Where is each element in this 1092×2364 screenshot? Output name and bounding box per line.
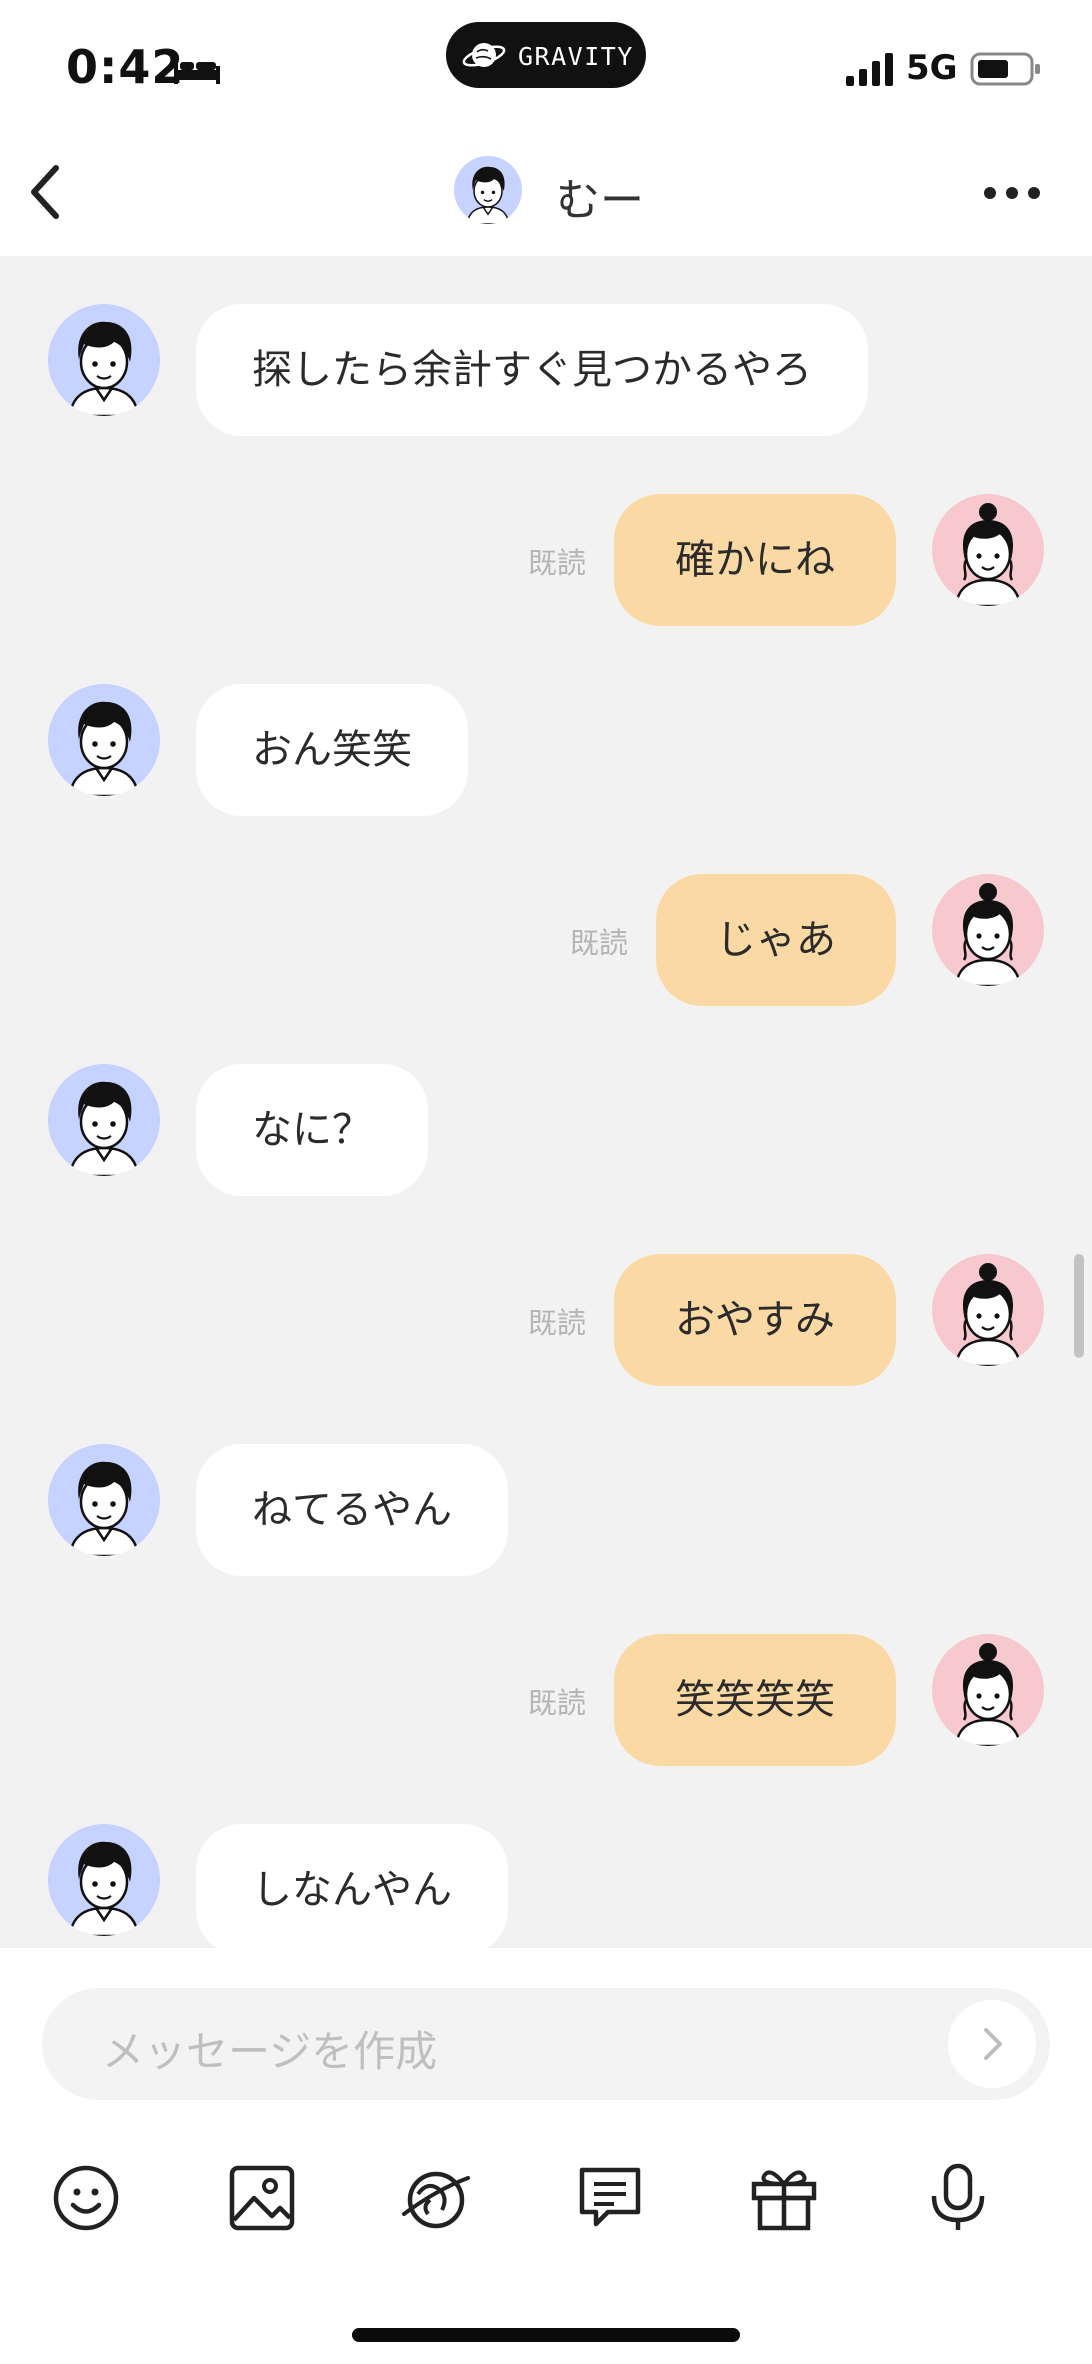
cellular-signal-icon xyxy=(846,53,893,86)
planet-icon[interactable] xyxy=(398,2160,474,2236)
my-avatar[interactable] xyxy=(932,1634,1044,1746)
sleep-focus-icon xyxy=(174,56,220,84)
more-options-button[interactable] xyxy=(976,168,1048,218)
girl-avatar-icon xyxy=(932,874,1044,986)
boy-avatar-icon xyxy=(48,304,160,416)
island-label: GRAVITY xyxy=(518,42,634,71)
received-message-bubble[interactable]: 探したら余計すぐ見つかるやろ xyxy=(196,304,868,436)
boy-avatar-icon xyxy=(48,684,160,796)
chat-header: むー xyxy=(0,128,1092,256)
partner-avatar[interactable] xyxy=(48,1064,160,1176)
partner-avatar[interactable] xyxy=(48,684,160,796)
girl-avatar-icon xyxy=(932,494,1044,606)
my-avatar[interactable] xyxy=(932,494,1044,606)
sent-message-bubble[interactable]: じゃあ xyxy=(656,874,896,1006)
girl-avatar-icon xyxy=(932,1254,1044,1366)
partner-avatar[interactable] xyxy=(48,304,160,416)
battery-icon xyxy=(970,52,1040,86)
emoji-icon[interactable] xyxy=(48,2160,124,2236)
image-icon[interactable] xyxy=(224,2160,300,2236)
received-message-bubble[interactable]: おん笑笑 xyxy=(196,684,468,816)
read-receipt: 既読 xyxy=(570,926,629,960)
my-avatar[interactable] xyxy=(932,874,1044,986)
partner-avatar[interactable] xyxy=(48,1824,160,1936)
read-receipt: 既読 xyxy=(528,1686,587,1720)
network-type: 5G xyxy=(906,48,958,88)
partner-name[interactable]: むー xyxy=(556,164,644,228)
boy-avatar-icon xyxy=(48,1824,160,1936)
gift-icon[interactable] xyxy=(746,2160,822,2236)
received-message-bubble[interactable]: しなんやん xyxy=(196,1824,508,1948)
scrollbar[interactable] xyxy=(1074,1254,1084,1358)
microphone-icon[interactable] xyxy=(920,2160,996,2236)
partner-avatar[interactable] xyxy=(454,156,522,224)
my-avatar[interactable] xyxy=(932,1254,1044,1366)
sent-message-bubble[interactable]: おやすみ xyxy=(614,1254,896,1386)
status-bar: 0:42 GRAVITY 5G xyxy=(0,0,1092,128)
boy-avatar-icon xyxy=(48,1064,160,1176)
message-list[interactable]: 探したら余計すぐ見つかるやろ 既読 確かにね おん笑笑 既読 じゃあ なに？ 既… xyxy=(0,256,1092,1948)
sent-message-bubble[interactable]: 確かにね xyxy=(614,494,896,626)
composer-area: メッセージを作成 xyxy=(0,1948,1092,2364)
send-button[interactable] xyxy=(948,2000,1036,2088)
received-message-bubble[interactable]: なに？ xyxy=(196,1064,428,1196)
template-message-icon[interactable] xyxy=(572,2160,648,2236)
boy-avatar-icon xyxy=(48,1444,160,1556)
planet-logo-icon xyxy=(462,43,506,67)
status-time: 0:42 xyxy=(66,40,185,94)
back-button[interactable] xyxy=(14,154,86,230)
partner-avatar[interactable] xyxy=(48,1444,160,1556)
message-input-placeholder: メッセージを作成 xyxy=(102,2027,438,2076)
home-indicator[interactable] xyxy=(352,2328,740,2342)
read-receipt: 既読 xyxy=(528,546,587,580)
message-input[interactable]: メッセージを作成 xyxy=(42,1988,1050,2100)
sent-message-bubble[interactable]: 笑笑笑笑 xyxy=(614,1634,896,1766)
dynamic-island[interactable]: GRAVITY xyxy=(446,22,646,88)
girl-avatar-icon xyxy=(932,1634,1044,1746)
read-receipt: 既読 xyxy=(528,1306,587,1340)
received-message-bubble[interactable]: ねてるやん xyxy=(196,1444,508,1576)
boy-avatar-icon xyxy=(454,156,522,224)
